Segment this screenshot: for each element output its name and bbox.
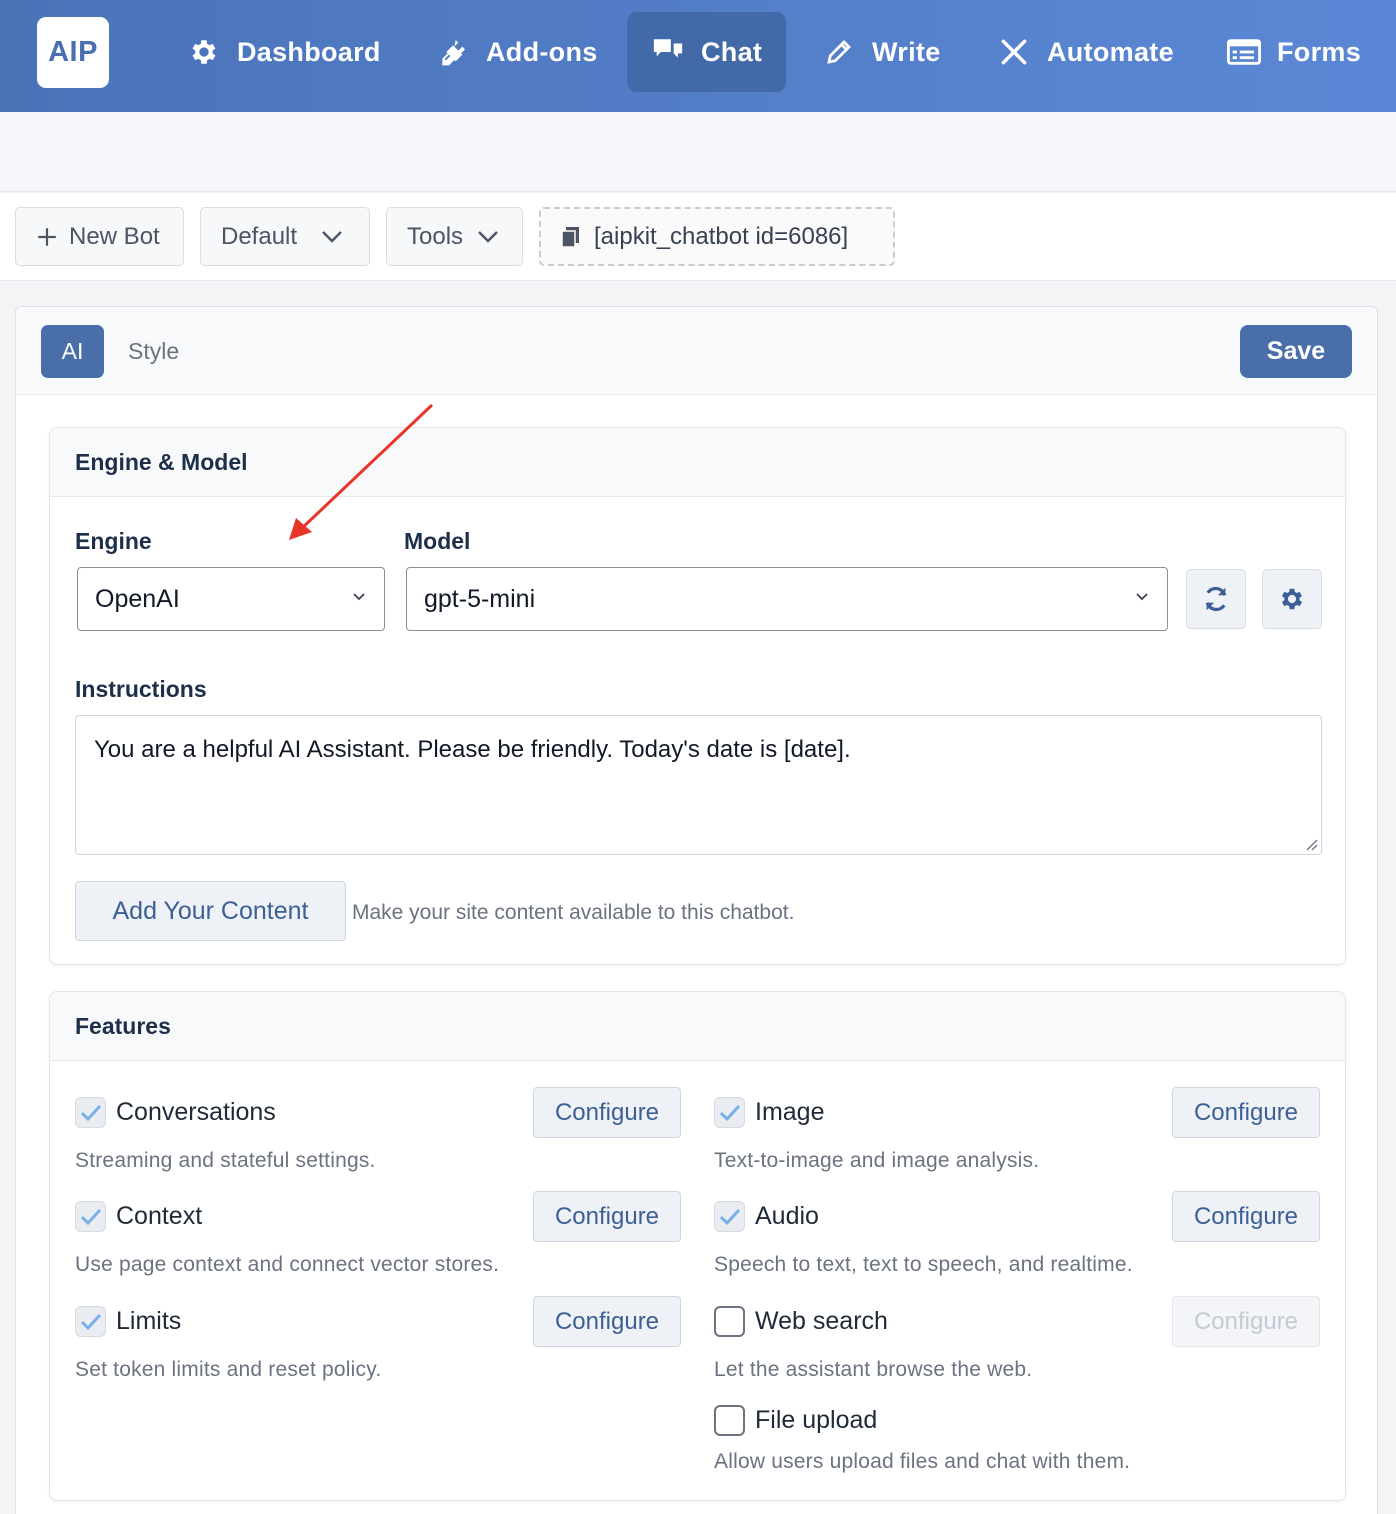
feature-desc: Streaming and stateful settings. (75, 1149, 376, 1172)
feature-label: Context (116, 1202, 203, 1230)
new-bot-label: New Bot (69, 222, 160, 250)
feature-desc: Let the assistant browse the web. (714, 1358, 1033, 1381)
panel-tabs-bar: AI Style Save (16, 307, 1377, 395)
feature-audio[interactable]: Audio (714, 1201, 819, 1232)
feature-label: Web search (755, 1307, 888, 1335)
checkbox-checked-icon[interactable] (714, 1201, 745, 1232)
chevron-down-icon (478, 230, 498, 243)
feature-label: Conversations (116, 1098, 276, 1126)
chevron-down-icon (353, 593, 365, 601)
nav-label: Write (872, 36, 941, 67)
engine-select[interactable]: OpenAI (77, 567, 385, 631)
engine-label: Engine (75, 528, 152, 554)
feature-desc: Text-to-image and image analysis. (714, 1149, 1040, 1172)
nav-item-automate[interactable]: Automate (997, 12, 1174, 92)
configure-web-search-button: Configure (1172, 1296, 1320, 1347)
feature-label: File upload (755, 1406, 878, 1434)
chevron-down-icon (322, 230, 342, 243)
default-dropdown[interactable]: Default (200, 207, 370, 266)
pencil-icon (822, 35, 856, 69)
nav-item-add-ons[interactable]: Add-ons (436, 12, 598, 92)
checkbox-checked-icon[interactable] (75, 1097, 106, 1128)
add-your-content-button[interactable]: Add Your Content (75, 881, 346, 941)
feature-label: Image (755, 1098, 825, 1126)
app-logo[interactable]: AIP (37, 17, 109, 88)
nav-label: Forms (1277, 36, 1362, 67)
add-content-hint: Make your site content available to this… (352, 901, 795, 924)
nav-label: Dashboard (237, 36, 381, 67)
checkbox-checked-icon[interactable] (75, 1306, 106, 1337)
new-bot-button[interactable]: New Bot (15, 207, 184, 266)
configure-audio-button[interactable]: Configure (1172, 1191, 1320, 1242)
toolbar: New Bot Default Tools [aipkit_chatbot id… (0, 193, 1396, 281)
model-label: Model (404, 528, 471, 554)
model-select[interactable]: gpt-5-mini (406, 567, 1168, 631)
feature-desc: Speech to text, text to speech, and real… (714, 1253, 1133, 1276)
top-navigation: AIP Dashboard Add-ons Chat Write Automat… (0, 0, 1396, 112)
nav-item-chat[interactable]: Chat (627, 12, 787, 92)
refresh-models-button[interactable] (1186, 569, 1246, 629)
nav-item-forms[interactable]: Forms (1227, 12, 1361, 92)
gear-icon (1281, 588, 1303, 610)
instructions-label: Instructions (75, 676, 207, 702)
nav-label: Add-ons (486, 36, 598, 67)
feature-label: Limits (116, 1307, 182, 1335)
model-settings-button[interactable] (1262, 569, 1322, 629)
feature-desc: Set token limits and reset policy. (75, 1358, 382, 1381)
shortcode-text: [aipkit_chatbot id=6086] (594, 222, 849, 250)
engine-value: OpenAI (95, 584, 180, 613)
nav-item-write[interactable]: Write (822, 12, 941, 92)
nav-label: Automate (1047, 36, 1174, 67)
feature-context[interactable]: Context (75, 1201, 202, 1232)
resize-handle-icon[interactable] (1304, 837, 1318, 851)
nav-label: Chat (701, 36, 763, 67)
chevron-down-icon (1136, 593, 1148, 601)
gear-icon (187, 35, 221, 69)
refresh-icon (1205, 586, 1227, 612)
configure-limits-button[interactable]: Configure (533, 1296, 681, 1347)
configure-context-button[interactable]: Configure (533, 1191, 681, 1242)
feature-image[interactable]: Image (714, 1097, 824, 1128)
feature-label: Audio (755, 1202, 819, 1230)
instructions-textarea[interactable]: You are a helpful AI Assistant. Please b… (75, 715, 1322, 855)
engine-model-title: Engine & Model (50, 428, 1345, 497)
tab-style[interactable]: Style (128, 325, 179, 378)
bot-settings-panel: AI Style Save Engine & Model Engine Mode… (15, 306, 1378, 1514)
configure-image-button[interactable]: Configure (1172, 1087, 1320, 1138)
chat-bubbles-icon (651, 35, 685, 69)
plus-icon (38, 227, 56, 246)
shortcode-copy-button[interactable]: [aipkit_chatbot id=6086] (539, 207, 895, 266)
features-card: Features Conversations Configure Streami… (49, 991, 1346, 1501)
tools-dropdown[interactable]: Tools (386, 207, 523, 266)
nav-item-dashboard[interactable]: Dashboard (187, 12, 381, 92)
feature-file-upload[interactable]: File upload (714, 1405, 877, 1436)
checkbox-unchecked-icon[interactable] (714, 1405, 745, 1436)
copy-icon (561, 226, 579, 248)
header-band (0, 112, 1396, 192)
default-label: Default (221, 222, 298, 250)
feature-desc: Use page context and connect vector stor… (75, 1253, 500, 1276)
save-button[interactable]: Save (1240, 325, 1352, 378)
engine-model-card: Engine & Model Engine Model OpenAI gpt-5… (49, 427, 1346, 965)
checkbox-checked-icon[interactable] (714, 1097, 745, 1128)
feature-web-search[interactable]: Web search (714, 1306, 888, 1337)
feature-conversations[interactable]: Conversations (75, 1097, 276, 1128)
plug-icon (436, 35, 470, 69)
checkbox-unchecked-icon[interactable] (714, 1306, 745, 1337)
form-icon (1227, 35, 1261, 69)
features-title: Features (50, 992, 1345, 1061)
feature-limits[interactable]: Limits (75, 1306, 181, 1337)
configure-conversations-button[interactable]: Configure (533, 1087, 681, 1138)
checkbox-checked-icon[interactable] (75, 1201, 106, 1232)
instructions-value: You are a helpful AI Assistant. Please b… (94, 736, 851, 763)
tab-ai[interactable]: AI (41, 325, 104, 378)
model-value: gpt-5-mini (424, 584, 536, 613)
feature-desc: Allow users upload files and chat with t… (714, 1450, 1131, 1473)
tools-cross-icon (997, 35, 1031, 69)
tools-label: Tools (407, 222, 464, 250)
